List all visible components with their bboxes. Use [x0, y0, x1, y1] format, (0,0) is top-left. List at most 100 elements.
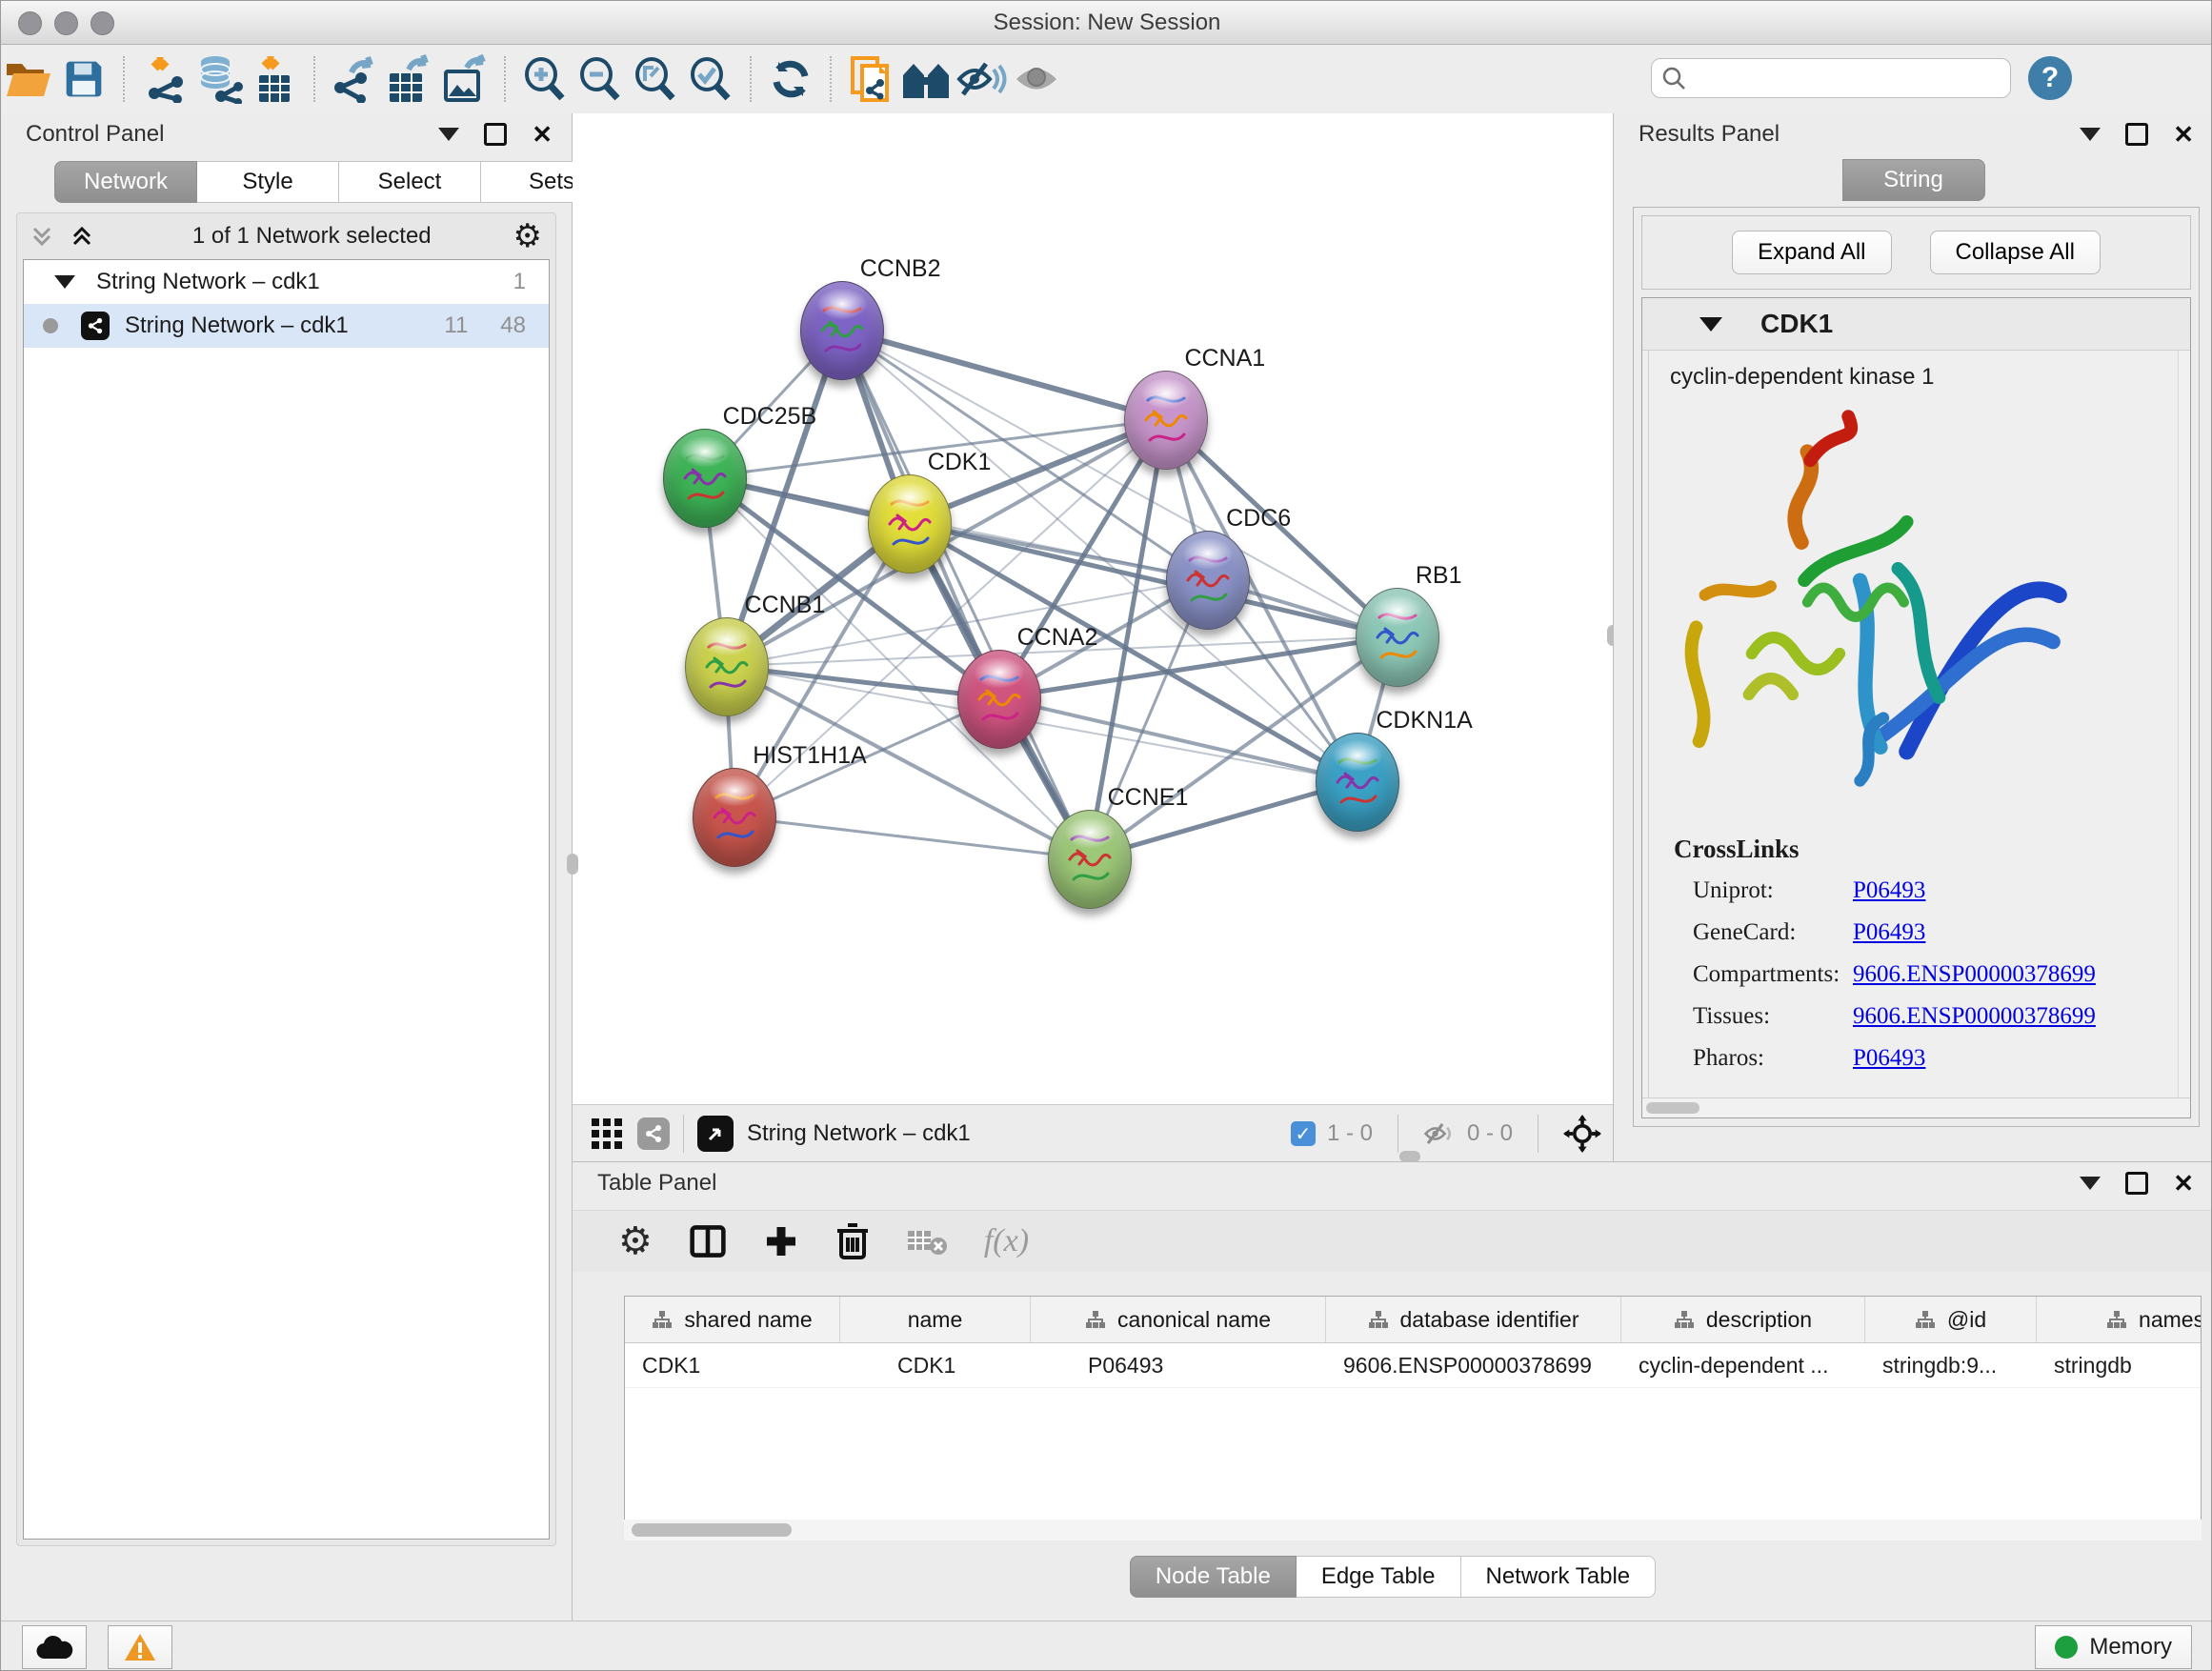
- tab-network-table[interactable]: Network Table: [1461, 1556, 1657, 1598]
- cell-namespace[interactable]: stringdb: [2037, 1343, 2202, 1387]
- maximize-panel-icon[interactable]: [2125, 1172, 2148, 1195]
- maximize-panel-icon[interactable]: [484, 123, 507, 146]
- network-node-rb1[interactable]: [1356, 588, 1439, 687]
- network-snapshot-button[interactable]: [843, 51, 898, 107]
- pharos-link[interactable]: P06493: [1853, 1045, 1925, 1072]
- export-image-button[interactable]: [437, 51, 493, 107]
- float-panel-icon[interactable]: [2080, 1177, 2101, 1190]
- tab-style[interactable]: Style: [197, 161, 339, 203]
- cell-canonical-name[interactable]: P06493: [1031, 1343, 1326, 1387]
- warnings-button[interactable]: [108, 1625, 172, 1669]
- collapse-all-button[interactable]: Collapse All: [1930, 231, 2101, 274]
- column-header[interactable]: name: [840, 1297, 1031, 1342]
- tab-network[interactable]: Network: [54, 161, 197, 203]
- cell-database-identifier[interactable]: 9606.ENSP00000378699: [1326, 1343, 1621, 1387]
- float-panel-icon[interactable]: [2080, 128, 2101, 141]
- network-column-icon: [652, 1310, 673, 1329]
- memory-button[interactable]: Memory: [2035, 1625, 2192, 1669]
- import-network-database-button[interactable]: [191, 51, 247, 107]
- genecard-link[interactable]: P06493: [1853, 919, 1925, 946]
- network-edge[interactable]: [841, 330, 1089, 858]
- close-panel-icon[interactable]: ✕: [532, 122, 553, 147]
- birdseye-navigator-icon[interactable]: [1563, 1115, 1601, 1153]
- network-node-ccna2[interactable]: [957, 650, 1041, 749]
- cell-name[interactable]: CDK1: [840, 1343, 1031, 1387]
- cloud-status-button[interactable]: [22, 1625, 87, 1669]
- column-header[interactable]: shared name: [625, 1297, 840, 1342]
- network-collection-row[interactable]: String Network – cdk1 1: [24, 260, 549, 304]
- close-panel-icon[interactable]: ✕: [2173, 122, 2194, 147]
- network-tree: String Network – cdk1 1 String Network –…: [23, 259, 550, 1540]
- tab-node-table[interactable]: Node Table: [1130, 1556, 1297, 1598]
- column-header[interactable]: namespace: [2037, 1297, 2202, 1342]
- column-header[interactable]: @id: [1865, 1297, 2037, 1342]
- string-view-icon[interactable]: [637, 1117, 670, 1150]
- first-neighbors-button[interactable]: [898, 51, 954, 107]
- gene-section-header[interactable]: CDK1: [1642, 298, 2190, 351]
- maximize-panel-icon[interactable]: [2125, 123, 2148, 146]
- table-horizontal-scrollbar[interactable]: [624, 1520, 2202, 1540]
- show-columns-icon[interactable]: [689, 1222, 727, 1260]
- float-panel-icon[interactable]: [438, 128, 459, 141]
- left-splitter-handle[interactable]: [567, 854, 578, 875]
- network-edge[interactable]: [841, 330, 1166, 420]
- collapse-caret-icon[interactable]: [54, 275, 75, 289]
- expand-all-networks-icon[interactable]: [30, 225, 53, 248]
- refresh-button[interactable]: [763, 51, 818, 107]
- network-edge[interactable]: [734, 816, 1088, 858]
- zoom-in-button[interactable]: [517, 51, 573, 107]
- uniprot-link[interactable]: P06493: [1853, 877, 1925, 904]
- network-node-ccnb2[interactable]: [800, 281, 884, 380]
- network-row[interactable]: String Network – cdk1 11 48: [24, 304, 549, 348]
- search-input[interactable]: [1686, 65, 1976, 91]
- column-header[interactable]: description: [1621, 1297, 1865, 1342]
- results-vertical-scrollbar[interactable]: [2178, 351, 2190, 1097]
- column-header[interactable]: canonical name: [1031, 1297, 1326, 1342]
- export-network-button[interactable]: [327, 51, 382, 107]
- network-node-hist1h1a[interactable]: [693, 768, 776, 867]
- network-node-cdc25b[interactable]: [663, 429, 747, 528]
- results-panel: Results Panel ✕ String Expand All Collap…: [1613, 113, 2212, 1161]
- hide-selected-button[interactable]: [954, 51, 1009, 107]
- tissues-link[interactable]: 9606.ENSP00000378699: [1853, 1003, 2096, 1030]
- show-all-button[interactable]: [1009, 51, 1064, 107]
- network-options-gear-icon[interactable]: ⚙: [513, 217, 542, 255]
- compartments-link[interactable]: 9606.ENSP00000378699: [1853, 961, 2096, 988]
- network-node-cdk1[interactable]: [868, 474, 952, 574]
- toolbar-separator: [830, 56, 832, 102]
- tab-string[interactable]: String: [1842, 159, 1985, 201]
- grid-view-icon[interactable]: [590, 1117, 624, 1151]
- network-node-cdc6[interactable]: [1166, 531, 1250, 630]
- results-horizontal-scrollbar[interactable]: [1642, 1097, 2190, 1117]
- tab-select[interactable]: Select: [339, 161, 481, 203]
- export-table-button[interactable]: [382, 51, 437, 107]
- cell-description[interactable]: cyclin-dependent ...: [1621, 1343, 1865, 1387]
- collapse-caret-icon[interactable]: [1699, 317, 1722, 332]
- open-session-button[interactable]: [1, 51, 56, 107]
- zoom-fit-button[interactable]: [628, 51, 683, 107]
- import-network-file-button[interactable]: [136, 51, 191, 107]
- delete-column-icon[interactable]: [835, 1221, 870, 1261]
- network-node-ccnb1[interactable]: [685, 617, 769, 716]
- table-options-gear-icon[interactable]: ⚙: [618, 1219, 653, 1263]
- network-node-cdkn1a[interactable]: [1316, 733, 1399, 832]
- cell-id[interactable]: stringdb:9...: [1865, 1343, 2037, 1387]
- zoom-selected-button[interactable]: [683, 51, 738, 107]
- import-table-button[interactable]: [247, 51, 302, 107]
- expand-all-button[interactable]: Expand All: [1732, 231, 1891, 274]
- column-header[interactable]: database identifier: [1326, 1297, 1621, 1342]
- selected-nodes-checkbox[interactable]: ✓: [1291, 1121, 1316, 1146]
- network-node-ccne1[interactable]: [1048, 810, 1132, 909]
- help-button[interactable]: ?: [2028, 56, 2072, 100]
- tab-edge-table[interactable]: Edge Table: [1297, 1556, 1461, 1598]
- zoom-out-button[interactable]: [573, 51, 628, 107]
- detach-view-icon[interactable]: [697, 1116, 734, 1152]
- cell-shared-name[interactable]: CDK1: [625, 1343, 840, 1387]
- network-canvas[interactable]: CCNB2CCNA1CDC25BCDK1CDC6RB1CCNB1CCNA2CDK…: [573, 113, 1613, 1104]
- scrollbar-thumb[interactable]: [632, 1523, 792, 1537]
- close-panel-icon[interactable]: ✕: [2173, 1171, 2194, 1196]
- save-session-button[interactable]: [56, 51, 111, 107]
- collapse-all-networks-icon[interactable]: [70, 225, 93, 248]
- add-column-icon[interactable]: [763, 1223, 799, 1259]
- table-row[interactable]: CDK1 CDK1 P06493 9606.ENSP00000378699 cy…: [625, 1343, 2201, 1388]
